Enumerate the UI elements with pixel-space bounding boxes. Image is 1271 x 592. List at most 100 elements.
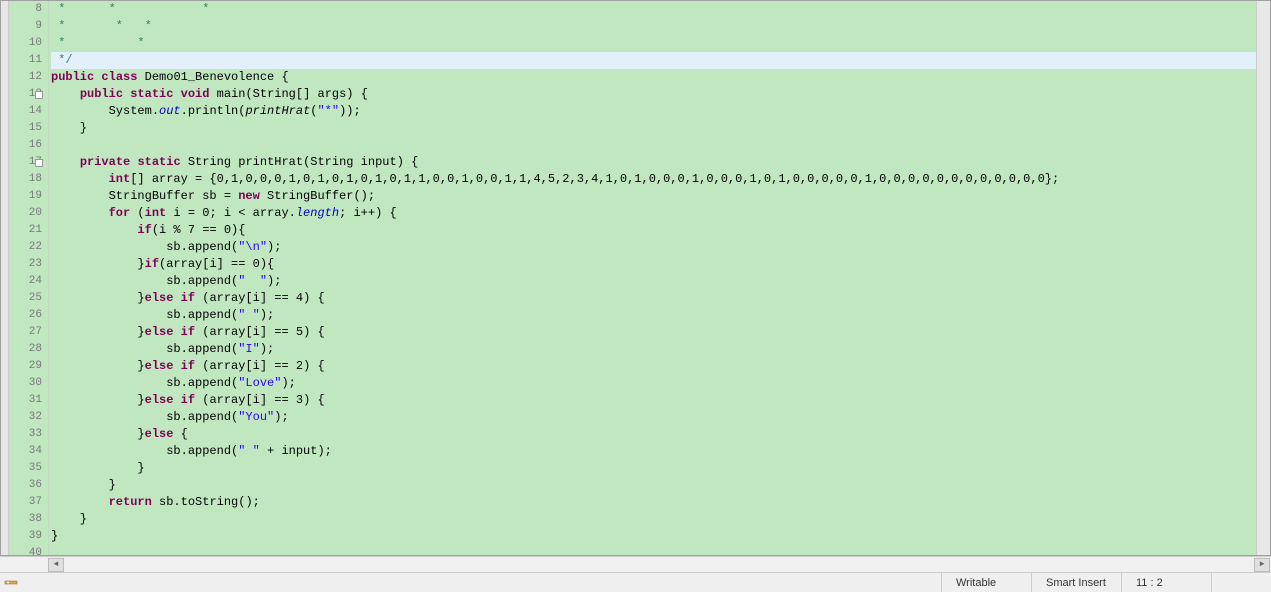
code-text-area[interactable]: * * * * * * * * */public class Demo01_Be… [49,1,1256,555]
line-number[interactable]: 21 [9,222,42,239]
scroll-left-arrow-icon[interactable]: ◄ [48,558,64,572]
code-line[interactable]: sb.append("You"); [51,409,1256,426]
code-token: " " [238,444,260,458]
status-bar: Writable Smart Insert 11 : 2 [0,572,1271,592]
status-icon [4,575,20,591]
line-number[interactable]: 9 [9,18,42,35]
code-line[interactable]: sb.append("I"); [51,341,1256,358]
code-line[interactable]: } [51,511,1256,528]
line-number[interactable]: 37 [9,494,42,511]
code-token: (array[i] == 2) { [195,359,325,373]
line-number[interactable]: 34 [9,443,42,460]
line-number[interactable]: 30 [9,375,42,392]
code-token: * * * [51,19,152,33]
code-token: } [51,478,116,492]
code-token: return [109,495,152,509]
code-line[interactable]: sb.append(" " + input); [51,443,1256,460]
code-line[interactable] [51,137,1256,154]
code-token: ; i++) { [339,206,397,220]
line-number[interactable]: 12 [9,69,42,86]
code-token: for [109,206,131,220]
code-line[interactable]: }else if (array[i] == 3) { [51,392,1256,409]
code-line[interactable]: sb.append(" "); [51,273,1256,290]
line-number[interactable]: 35 [9,460,42,477]
scroll-right-arrow-icon[interactable]: ► [1254,558,1270,572]
code-line[interactable]: for (int i = 0; i < array.length; i++) { [51,205,1256,222]
line-number[interactable]: 27 [9,324,42,341]
code-line[interactable]: }else if (array[i] == 2) { [51,358,1256,375]
code-line[interactable]: } [51,477,1256,494]
code-line[interactable] [51,545,1256,555]
code-token: sb.append( [51,342,238,356]
code-token: if [145,257,159,271]
code-line[interactable]: private static String printHrat(String i… [51,154,1256,171]
code-token: sb.append( [51,376,238,390]
line-number[interactable]: 17 [9,154,42,171]
line-number[interactable]: 36 [9,477,42,494]
code-line[interactable]: } [51,120,1256,137]
line-number[interactable]: 20 [9,205,42,222]
code-token: sb.append( [51,444,238,458]
code-token: else [145,325,174,339]
line-number[interactable]: 10 [9,35,42,52]
line-number[interactable]: 23 [9,256,42,273]
line-number[interactable]: 25 [9,290,42,307]
code-token: StringBuffer sb = [51,189,238,203]
line-number[interactable]: 31 [9,392,42,409]
code-token: printHrat [245,104,310,118]
code-token: String printHrat(String input) { [181,155,419,169]
code-line[interactable]: */ [51,52,1256,69]
line-number[interactable]: 15 [9,120,42,137]
code-token [51,223,137,237]
code-line[interactable]: System.out.println(printHrat("*")); [51,103,1256,120]
line-number[interactable]: 18 [9,171,42,188]
code-line[interactable]: if(i % 7 == 0){ [51,222,1256,239]
code-line[interactable]: sb.append("Love"); [51,375,1256,392]
code-line[interactable]: }else if (array[i] == 4) { [51,290,1256,307]
horizontal-scrollbar[interactable]: ◄ ► [0,556,1271,572]
code-line[interactable]: } [51,460,1256,477]
code-line[interactable]: * * * [51,1,1256,18]
line-number[interactable]: 32 [9,409,42,426]
code-token: public [51,70,94,84]
code-token: else [145,359,174,373]
code-line[interactable]: }else { [51,426,1256,443]
code-line[interactable]: public class Demo01_Benevolence { [51,69,1256,86]
line-number[interactable]: 19 [9,188,42,205]
code-line[interactable]: } [51,528,1256,545]
line-number-gutter[interactable]: 8910111213141516171819202122232425262728… [9,1,49,555]
code-line[interactable]: int[] array = {0,1,0,0,0,1,0,1,0,1,0,1,0… [51,171,1256,188]
line-number[interactable]: 16 [9,137,42,154]
line-number[interactable]: 11 [9,52,42,69]
line-number[interactable]: 24 [9,273,42,290]
code-token: ); [260,342,274,356]
line-number[interactable]: 39 [9,528,42,545]
line-number[interactable]: 22 [9,239,42,256]
code-line[interactable]: public static void main(String[] args) { [51,86,1256,103]
line-number[interactable]: 26 [9,307,42,324]
line-number[interactable]: 33 [9,426,42,443]
line-number[interactable]: 29 [9,358,42,375]
code-line[interactable]: StringBuffer sb = new StringBuffer(); [51,188,1256,205]
code-line[interactable]: }else if (array[i] == 5) { [51,324,1256,341]
overview-ruler[interactable] [1256,1,1270,555]
code-line[interactable]: return sb.toString(); [51,494,1256,511]
code-token: )); [339,104,361,118]
line-number[interactable]: 40 [9,545,42,556]
line-number[interactable]: 13 [9,86,42,103]
line-number[interactable]: 38 [9,511,42,528]
line-number[interactable]: 8 [9,1,42,18]
line-number[interactable]: 28 [9,341,42,358]
code-token [51,206,109,220]
code-token: } [51,393,145,407]
code-token [51,155,80,169]
code-line[interactable]: * * [51,35,1256,52]
code-line[interactable]: sb.append(" "); [51,307,1256,324]
code-line[interactable]: * * * [51,18,1256,35]
code-line[interactable]: sb.append("\n"); [51,239,1256,256]
code-token: public [80,87,123,101]
code-line[interactable]: }if(array[i] == 0){ [51,256,1256,273]
code-token: (array[i] == 5) { [195,325,325,339]
line-number[interactable]: 14 [9,103,42,120]
code-token: (array[i] == 3) { [195,393,325,407]
